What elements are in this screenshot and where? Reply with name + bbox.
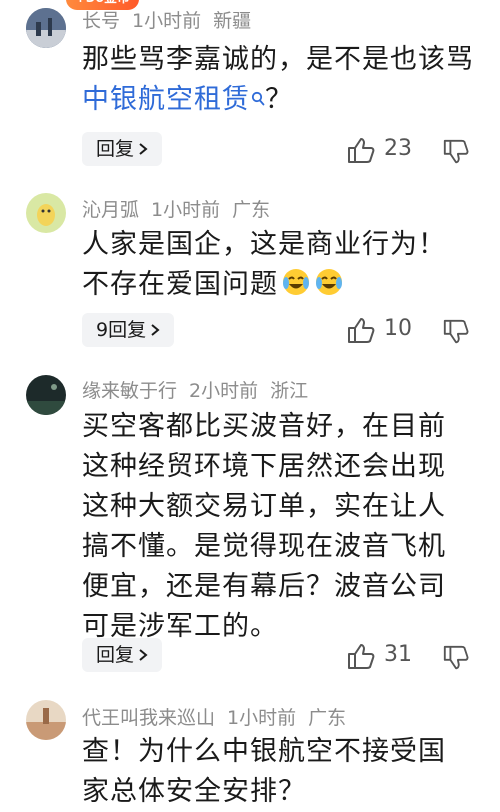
comment-meta: 代王叫我来巡山 1小时前 广东 xyxy=(82,703,358,730)
comment-location: 新疆 xyxy=(213,10,252,32)
comment-text: 人家是国企，这是商业行为！ 不存在爱国问题 xyxy=(82,229,446,300)
search-link[interactable]: 中银航空租赁 xyxy=(82,84,250,115)
comment-time: 1小时前 xyxy=(151,199,221,221)
comment-text: 买空客都比买波音好，在目前 这种经贸环境下居然还会出现 这种大额交易订单，实在让… xyxy=(82,411,446,642)
reply-button[interactable]: 9回复 xyxy=(82,313,175,347)
reply-button[interactable]: 回复 xyxy=(82,638,163,672)
username[interactable]: 缘来敏于行 xyxy=(82,380,177,402)
crying-laughing-emoji xyxy=(281,267,311,297)
like-count: 31 xyxy=(384,642,412,667)
avatar[interactable] xyxy=(26,193,66,233)
avatar[interactable] xyxy=(26,375,66,415)
chevron-right-icon xyxy=(139,143,148,155)
thumbs-down-icon[interactable] xyxy=(442,138,470,166)
reply-button[interactable]: 回复 xyxy=(82,132,163,166)
comment-meta: 沁月弧 1小时前 广东 xyxy=(82,195,282,222)
thumbs-up-icon[interactable] xyxy=(346,136,376,164)
username[interactable]: 沁月弧 xyxy=(82,199,139,221)
username[interactable]: 长号 xyxy=(82,10,120,32)
comment-time: 1小时前 xyxy=(132,10,202,32)
like-count: 23 xyxy=(384,136,412,161)
crying-laughing-emoji xyxy=(314,267,344,297)
thumbs-down-icon[interactable] xyxy=(442,644,470,672)
comment-text: 那些骂李嘉诚的，是不是也该骂中银航空租赁？ xyxy=(82,40,482,120)
comment-location: 广东 xyxy=(308,707,347,729)
avatar[interactable] xyxy=(26,8,66,48)
thumbs-up-icon[interactable] xyxy=(346,642,376,670)
comment-meta: 缘来敏于行 2小时前 浙江 xyxy=(82,376,320,403)
comment-location: 浙江 xyxy=(270,380,309,402)
like-count: 10 xyxy=(384,316,412,341)
comment-time: 1小时前 xyxy=(227,707,297,729)
comment-location: 广东 xyxy=(232,199,271,221)
search-icon[interactable] xyxy=(251,80,265,120)
chevron-right-icon xyxy=(139,649,148,661)
comment-text: 查！为什么中银航空不接受国 家总体安全安排？ xyxy=(82,736,446,807)
comment-time: 2小时前 xyxy=(189,380,259,402)
comment-meta: 长号 1小时前 新疆 xyxy=(82,6,263,33)
thumbs-down-icon[interactable] xyxy=(442,318,470,346)
thumbs-up-icon[interactable] xyxy=(346,316,376,344)
chevron-right-icon xyxy=(151,324,160,336)
username[interactable]: 代王叫我来巡山 xyxy=(82,707,215,729)
avatar[interactable] xyxy=(26,700,66,740)
